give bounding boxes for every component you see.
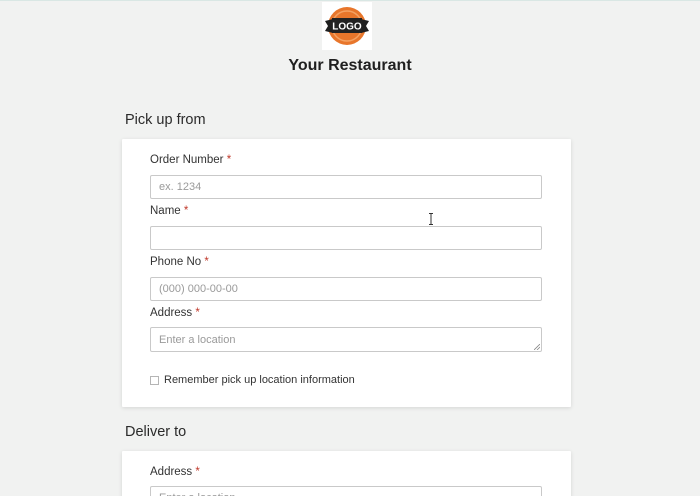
- phone-label-text: Phone No: [150, 256, 202, 268]
- required-mark: *: [195, 307, 200, 319]
- required-mark: *: [183, 205, 189, 217]
- delivery-address-label: Address *: [150, 466, 200, 478]
- pickup-address-input[interactable]: [150, 327, 542, 352]
- delivery-card: Address *: [122, 451, 571, 496]
- order-number-label: Order Number *: [150, 154, 231, 166]
- order-form-page: LOGO Your Restaurant Pick up from Order …: [0, 0, 700, 496]
- remember-pickup-label: Remember pick up location information: [164, 374, 355, 386]
- delivery-address-label-text: Address: [150, 466, 193, 478]
- address-label: Address *: [150, 307, 200, 319]
- address-label-text: Address: [150, 307, 193, 319]
- required-mark: *: [204, 256, 209, 268]
- order-number-label-text: Order Number: [150, 154, 224, 166]
- required-mark: *: [226, 154, 232, 166]
- remember-pickup-row[interactable]: Remember pick up location information: [150, 374, 355, 386]
- name-label-text: Name: [150, 205, 181, 217]
- name-label: Name *: [150, 205, 188, 217]
- remember-pickup-checkbox[interactable]: [150, 375, 159, 385]
- text-cursor-icon: [429, 213, 433, 225]
- delivery-address-input[interactable]: [150, 486, 542, 496]
- name-input[interactable]: [150, 226, 542, 250]
- pickup-heading: Pick up from: [125, 112, 206, 128]
- resize-grip-icon[interactable]: [534, 344, 540, 350]
- logo-badge-icon: LOGO: [325, 7, 369, 45]
- pickup-card: Order Number * Name * Phone No * Address…: [122, 139, 571, 407]
- phone-label: Phone No *: [150, 256, 209, 268]
- logo-text: LOGO: [332, 22, 362, 33]
- top-divider: [0, 0, 700, 1]
- order-number-input[interactable]: [150, 175, 542, 199]
- required-mark: *: [195, 466, 200, 478]
- pickup-address-wrapper: [150, 327, 542, 352]
- restaurant-name: Your Restaurant: [288, 57, 412, 74]
- phone-input[interactable]: [150, 277, 542, 301]
- restaurant-logo: LOGO: [322, 2, 372, 50]
- delivery-heading: Deliver to: [125, 424, 187, 440]
